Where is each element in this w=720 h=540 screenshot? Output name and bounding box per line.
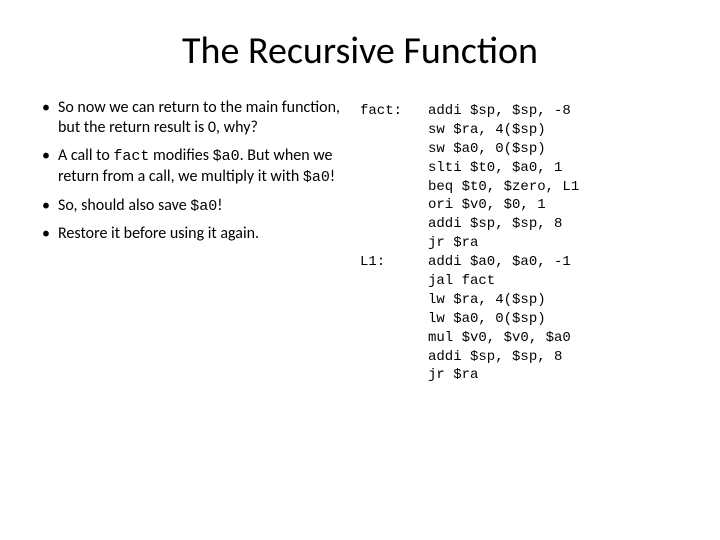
list-item: So now we can return to the main functio… <box>40 98 340 138</box>
bullet-text: modifies <box>149 146 212 165</box>
slide: The Recursive Function So now we can ret… <box>0 0 720 540</box>
bullet-text: Restore it before using it again. <box>58 224 259 243</box>
list-item: Restore it before using it again. <box>40 224 340 244</box>
slide-body: So now we can return to the main functio… <box>40 98 680 385</box>
bullet-text: ! <box>330 167 335 186</box>
list-item: A call to fact modifies $a0. But when we… <box>40 146 340 188</box>
code-span: $a0 <box>190 198 217 215</box>
bullet-text: So now we can return to the main functio… <box>58 98 340 137</box>
list-item: So, should also save $a0! <box>40 196 340 217</box>
bullet-text: A call to <box>58 146 113 165</box>
left-column: So now we can return to the main functio… <box>40 98 340 385</box>
right-column: fact: L1: addi $sp, $sp, -8 sw $ra, 4($s… <box>360 98 680 385</box>
code-span: $a0 <box>213 148 240 165</box>
code-body: addi $sp, $sp, -8 sw $ra, 4($sp) sw $a0,… <box>428 102 579 385</box>
bullet-list: So now we can return to the main functio… <box>40 98 340 244</box>
code-span: fact <box>113 148 149 165</box>
code-span: $a0 <box>303 169 330 186</box>
bullet-text: ! <box>217 196 222 215</box>
slide-title: The Recursive Function <box>40 28 680 74</box>
bullet-text: So, should also save <box>58 196 190 215</box>
code-labels: fact: L1: <box>360 102 410 385</box>
